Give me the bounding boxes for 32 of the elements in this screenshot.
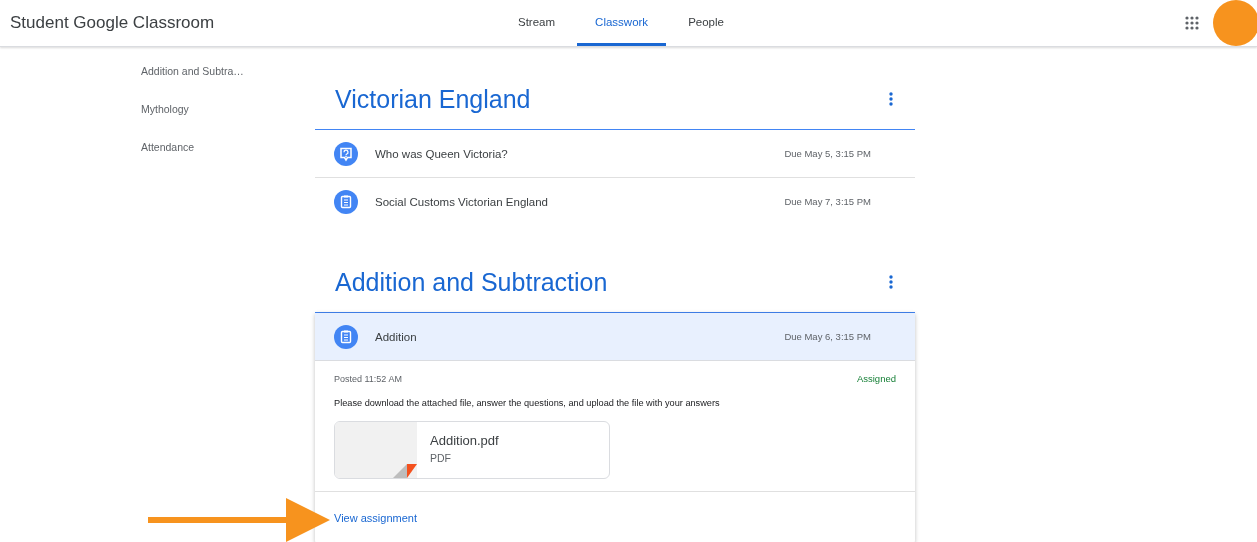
due-date: Due May 5, 3:15 PM xyxy=(784,148,871,159)
app-title: Student Google Classroom xyxy=(10,13,216,33)
more-options-icon[interactable] xyxy=(889,92,893,106)
assignment-title: Social Customs Victorian England xyxy=(375,195,550,208)
apps-grid-icon[interactable] xyxy=(1185,16,1199,30)
due-date: Due May 7, 3:15 PM xyxy=(784,196,871,207)
topic-title: Victorian England xyxy=(335,84,531,114)
more-options-icon[interactable] xyxy=(889,275,893,289)
topic-link[interactable]: Mythology xyxy=(141,102,315,116)
topic-link[interactable]: Addition and Subtra… xyxy=(141,64,315,78)
file-type: PDF xyxy=(430,452,452,464)
instructions-text: Please download the attached file, answer the questions, and upload the file with your answers xyxy=(334,398,721,408)
assignment-title: Addition xyxy=(375,330,418,343)
topic-link[interactable]: Attendance xyxy=(141,140,315,154)
nav-tab[interactable]: Stream xyxy=(500,0,574,46)
clipboard-icon xyxy=(334,324,358,349)
classwork-row[interactable]: Social Customs Victorian England Due May 7, 3:15 PM xyxy=(315,178,915,225)
classwork-row[interactable]: Who was Queen Victoria? Due May 5, 3:15 PM xyxy=(315,130,915,177)
assignment-title: Who was Queen Victoria? xyxy=(375,147,509,160)
due-date: Due May 6, 3:15 PM xyxy=(784,331,871,342)
view-assignment-link[interactable]: View assignment xyxy=(334,512,417,524)
status-label: Assigned xyxy=(856,373,896,384)
posted-time: Posted 11:52 AM xyxy=(334,373,402,384)
file-name: Addition.pdf xyxy=(430,433,499,448)
classwork-row[interactable]: Addition Due May 6, 3:15 PM xyxy=(315,313,915,361)
topic-title: Addition and Subtraction xyxy=(335,267,608,297)
question-icon xyxy=(334,141,358,166)
nav-tab[interactable]: People xyxy=(670,0,742,46)
clipboard-icon xyxy=(334,189,358,214)
nav-tab[interactable]: Classwork xyxy=(577,0,667,46)
file-thumbnail-icon xyxy=(335,422,417,478)
attachment-card[interactable]: Addition.pdf PDF xyxy=(334,421,610,479)
